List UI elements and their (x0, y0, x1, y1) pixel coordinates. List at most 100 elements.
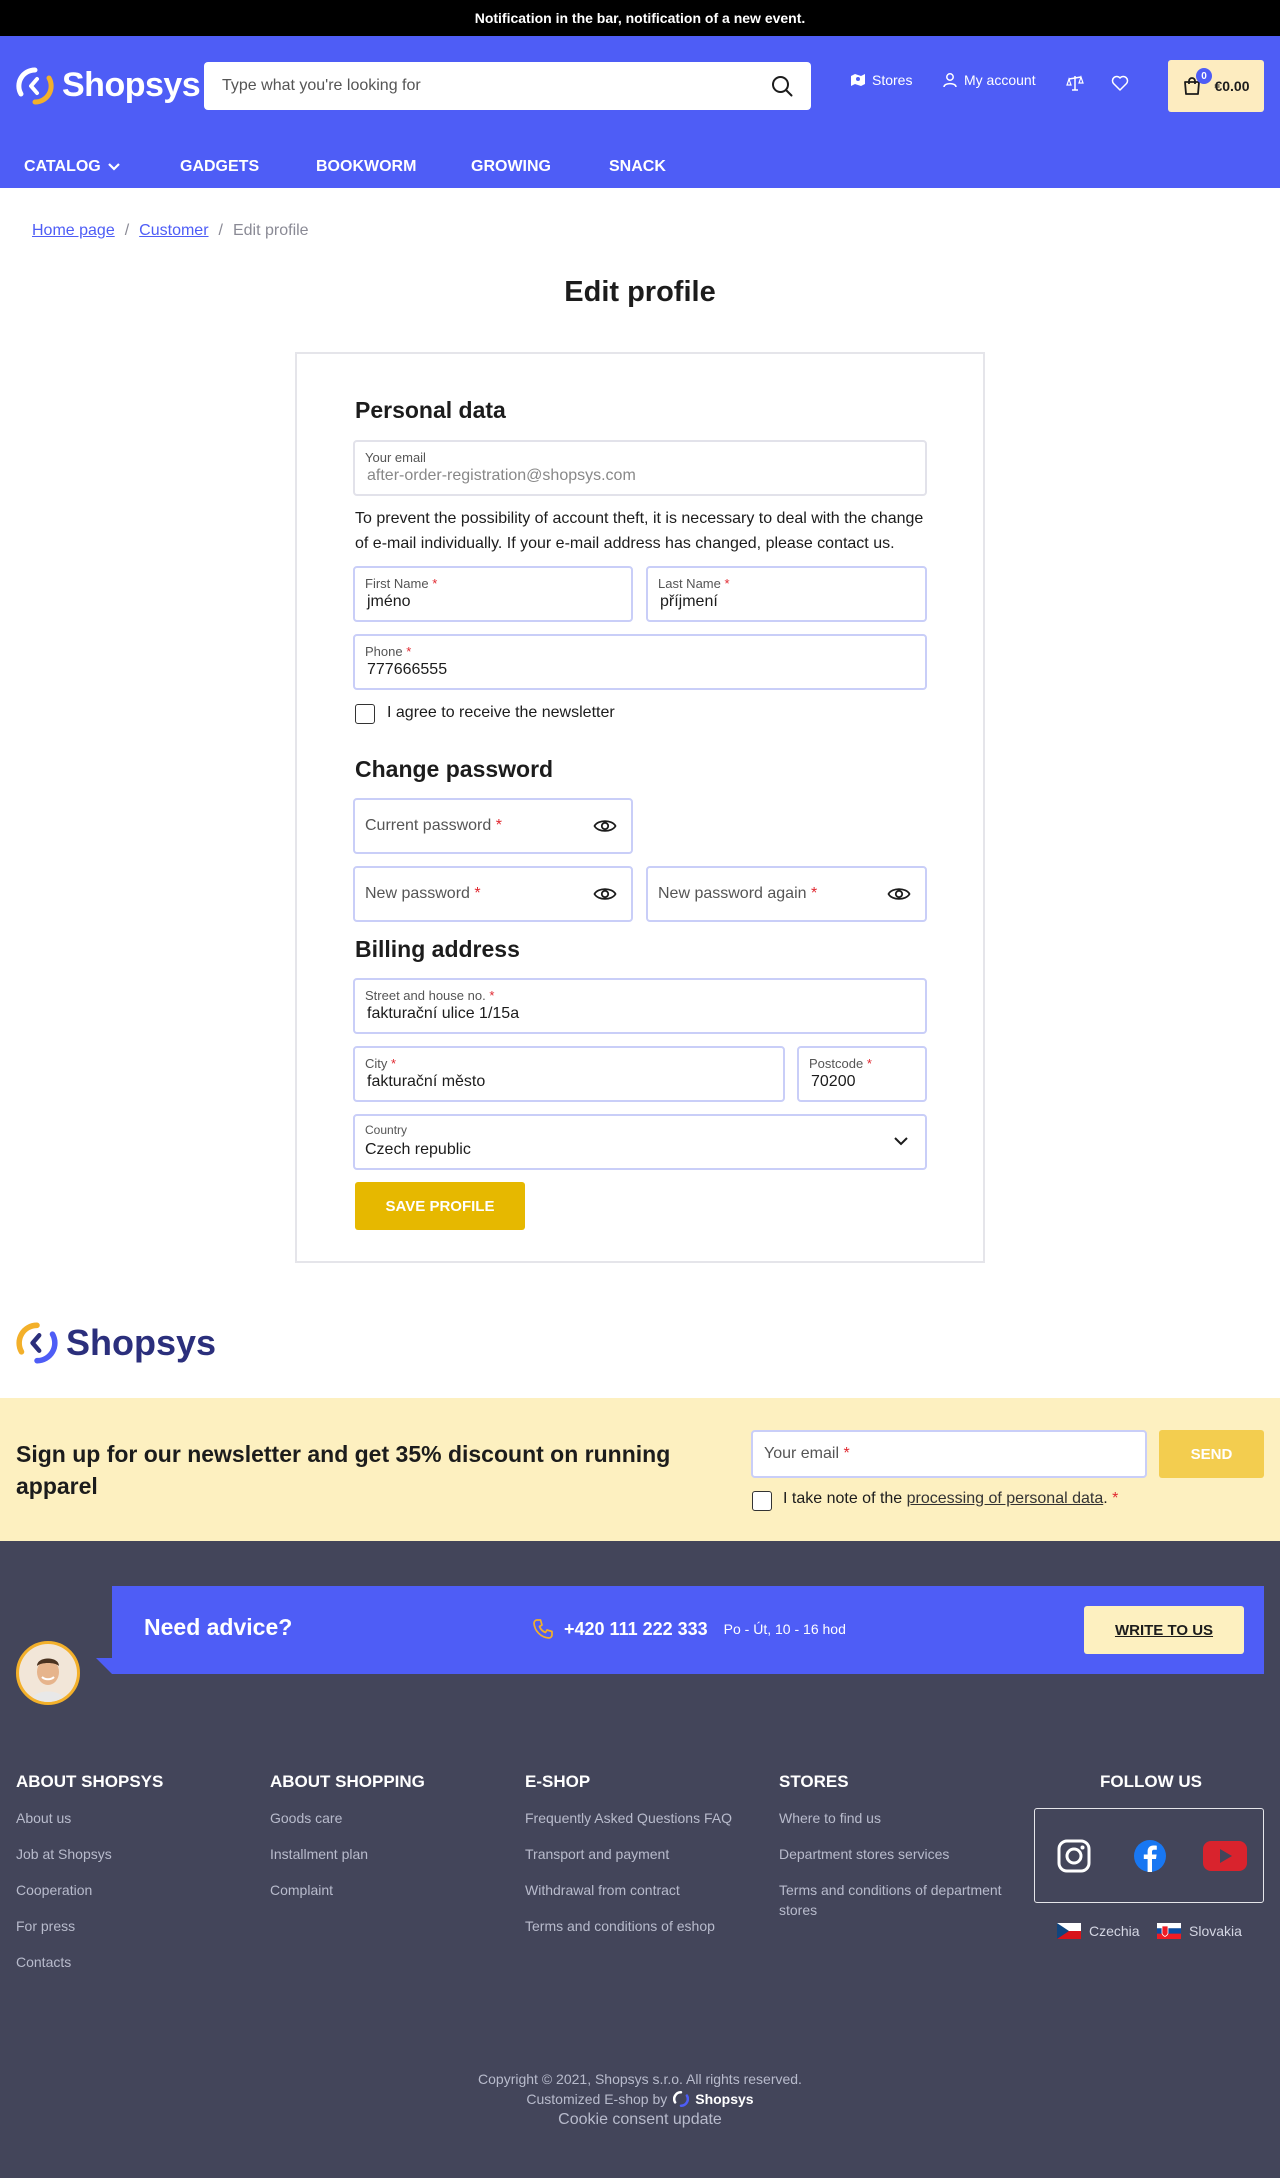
country-value: Czech republic (365, 1141, 471, 1158)
page-title: Edit profile (564, 276, 716, 308)
street-value: fakturační ulice 1/15a (367, 1005, 520, 1022)
instagram-icon[interactable] (1057, 1839, 1091, 1873)
search-icon[interactable] (771, 75, 793, 97)
new-password-field[interactable]: New password * (353, 866, 633, 922)
nav-item-bookworm[interactable]: BOOKWORM (316, 158, 416, 176)
facebook-icon[interactable] (1133, 1839, 1167, 1873)
footer-logo[interactable]: Shopsys (16, 1322, 216, 1364)
footer-link[interactable]: Department stores services (779, 1844, 1009, 1864)
chevron-down-icon (107, 163, 120, 171)
advice-hours: Po - Út, 10 - 16 hod (723, 1621, 846, 1637)
stores-link[interactable]: Stores (850, 72, 912, 88)
search-input[interactable] (222, 77, 771, 95)
follow-us-title: FOLLOW US (1100, 1772, 1202, 1791)
breadcrumb-customer-link[interactable]: Customer (139, 222, 208, 240)
nav-item-label: BOOKWORM (316, 158, 417, 175)
breadcrumb-current: Edit profile (232, 222, 309, 239)
nav-item-label: GROWING (471, 158, 551, 175)
eye-icon[interactable] (887, 884, 911, 904)
nav-item-label: CATALOG (24, 158, 101, 175)
newsletter-email-input[interactable]: Your email * (751, 1430, 1147, 1478)
footer-link[interactable]: Withdrawal from contract (525, 1880, 732, 1900)
header: Shopsys Stores My account (0, 36, 1280, 188)
required-mark: * (1112, 1490, 1119, 1507)
cart-button[interactable]: 0 €0.00 (1168, 60, 1264, 112)
logo[interactable]: Shopsys (16, 66, 201, 105)
nav-item-label: GADGETS (180, 158, 260, 175)
street-field[interactable]: Street and house no. * fakturační ulice … (353, 978, 927, 1034)
account-label: My account (964, 72, 1036, 88)
newsletter-checkbox-label[interactable]: I agree to receive the newsletter (387, 704, 615, 722)
slovak-flag-icon (1157, 1923, 1181, 1939)
footer-link[interactable]: Cooperation (16, 1880, 163, 1900)
logo-mark-icon (673, 2091, 690, 2107)
footer-link[interactable]: Complaint (270, 1880, 425, 1900)
heart-icon[interactable] (1111, 75, 1129, 91)
newsletter-consent-checkbox[interactable] (752, 1491, 772, 1511)
last-name-value: příjmení (660, 593, 718, 610)
footer-link[interactable]: For press (16, 1916, 163, 1936)
customized-by-logo[interactable]: Shopsys (695, 2091, 753, 2107)
personal-data-link[interactable]: processing of personal data (907, 1490, 1104, 1507)
last-name-field[interactable]: Last Name * příjmení (646, 566, 927, 622)
footer-link[interactable]: Terms and conditions of eshop (525, 1916, 732, 1936)
czech-flag-icon (1057, 1923, 1081, 1939)
nav-item-catalog[interactable]: CATALOG (24, 158, 121, 176)
newsletter-checkbox[interactable] (355, 704, 375, 724)
postcode-label: Postcode (809, 1056, 864, 1071)
required-mark: * (724, 576, 730, 591)
city-field[interactable]: City * fakturační město (353, 1046, 785, 1102)
email-field: Your email after-order-registration@shop… (353, 440, 927, 496)
footer-link[interactable]: Contacts (16, 1952, 163, 1972)
advice-phone[interactable]: +420 111 222 333 Po - Út, 10 - 16 hod (532, 1618, 846, 1640)
footer-link[interactable]: About us (16, 1808, 163, 1828)
breadcrumb-separator: / (218, 222, 223, 239)
save-profile-button[interactable]: SAVE PROFILE (355, 1182, 525, 1230)
language-slovakia[interactable]: Slovakia (1157, 1923, 1242, 1939)
footer-link[interactable]: Job at Shopsys (16, 1844, 163, 1864)
email-value: after-order-registration@shopsys.com (367, 467, 636, 484)
new-password-again-field[interactable]: New password again * (646, 866, 927, 922)
footer-link[interactable]: Terms and conditions of department store… (779, 1880, 1009, 1920)
account-link[interactable]: My account (942, 72, 1036, 88)
logo-text: Shopsys (62, 66, 201, 104)
cart-count-badge: 0 (1196, 68, 1212, 84)
email-change-note: To prevent the possibility of account th… (355, 510, 924, 552)
notification-text: Notification in the bar, notification of… (474, 10, 806, 26)
cookie-consent-link[interactable]: Cookie consent update (0, 2111, 1280, 2129)
eye-icon[interactable] (593, 884, 617, 904)
consent-prefix: I take note of the (783, 1490, 903, 1507)
advice-banner: Need advice? +420 111 222 333 Po - Út, 1… (112, 1586, 1264, 1674)
first-name-field[interactable]: First Name * jméno (353, 566, 633, 622)
footer-link[interactable]: Transport and payment (525, 1844, 732, 1864)
language-czechia[interactable]: Czechia (1057, 1923, 1140, 1939)
new-password-again-label: New password again (658, 885, 807, 902)
postcode-field[interactable]: Postcode * 70200 (797, 1046, 927, 1102)
footer-link[interactable]: Frequently Asked Questions FAQ (525, 1808, 732, 1828)
street-label: Street and house no. (365, 988, 486, 1003)
breadcrumb-separator: / (124, 222, 130, 239)
notification-bar: Notification in the bar, notification of… (0, 0, 1280, 36)
compare-icon[interactable] (1066, 74, 1084, 92)
current-password-field[interactable]: Current password * (353, 798, 633, 854)
footer-link[interactable]: Installment plan (270, 1844, 425, 1864)
newsletter-send-button[interactable]: SEND (1159, 1430, 1264, 1478)
billing-address-title: Billing address (355, 936, 520, 962)
breadcrumb-home-link[interactable]: Home page (32, 222, 115, 240)
eye-icon[interactable] (593, 816, 617, 836)
footer-link[interactable]: Goods care (270, 1808, 425, 1828)
phone-field[interactable]: Phone * 777666555 (353, 634, 927, 690)
footer-link[interactable]: Where to find us (779, 1808, 1009, 1828)
youtube-icon[interactable] (1203, 1841, 1247, 1871)
customized-by: Customized E-shop by Shopsys (0, 2091, 1280, 2107)
footer-logo-text: Shopsys (66, 1322, 217, 1363)
footer-column-about-shopping: ABOUT SHOPPING Goods care Installment pl… (270, 1772, 425, 1916)
write-to-us-button[interactable]: WRITE TO US (1084, 1606, 1244, 1654)
user-icon (943, 73, 957, 88)
nav-item-snack[interactable]: SNACK (609, 158, 666, 176)
newsletter-consent-label: I take note of the processing of persona… (783, 1490, 1118, 1508)
email-label: Your email (365, 450, 426, 465)
nav-item-growing[interactable]: GROWING (471, 158, 551, 176)
country-select[interactable]: Country Czech republic (353, 1114, 927, 1170)
nav-item-gadgets[interactable]: GADGETS (180, 158, 259, 176)
